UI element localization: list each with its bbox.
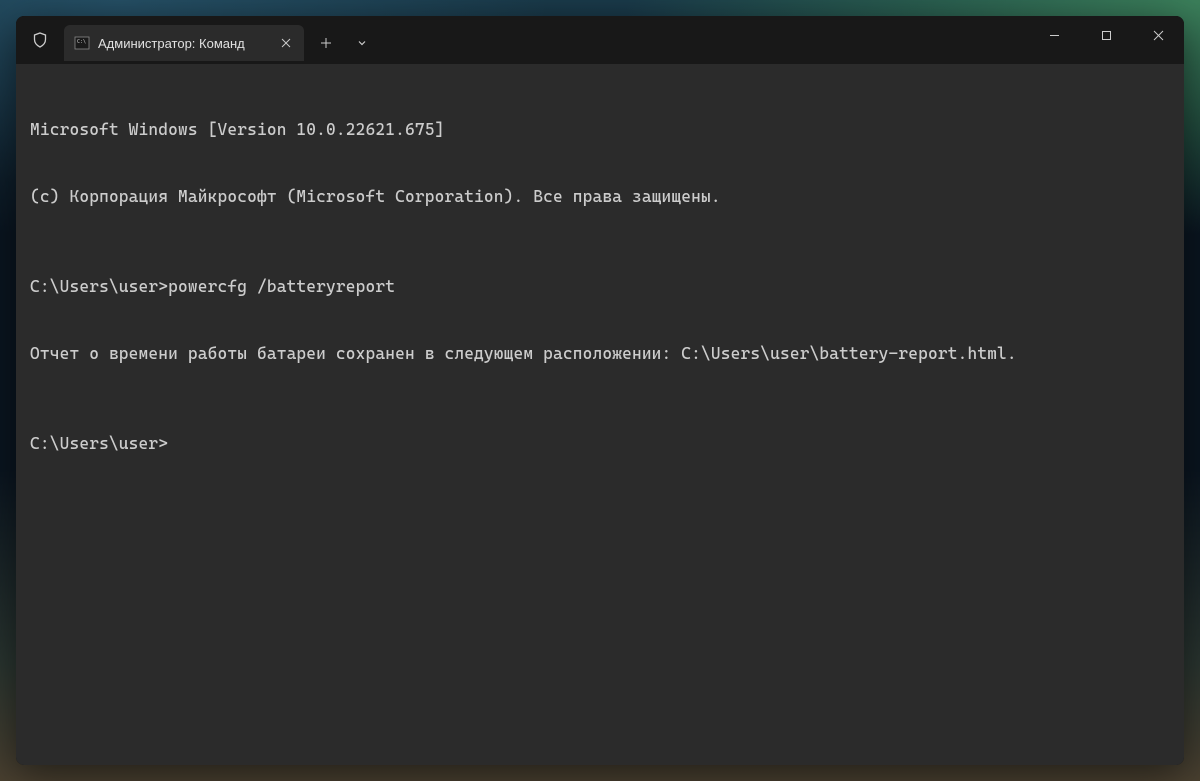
new-tab-button[interactable] — [308, 25, 344, 61]
command-line-2: C:\Users\user> — [30, 433, 1170, 455]
maximize-button[interactable] — [1080, 16, 1132, 54]
prompt: C:\Users\user> — [30, 276, 168, 298]
terminal-window: C:\ Администратор: Команд — [16, 16, 1184, 765]
tab-dropdown-button[interactable] — [344, 25, 380, 61]
prompt: C:\Users\user> — [30, 433, 168, 455]
shield-icon — [16, 16, 64, 64]
version-line: Microsoft Windows [Version 10.0.22621.67… — [30, 119, 1170, 141]
terminal-tab[interactable]: C:\ Администратор: Команд — [64, 25, 304, 61]
command-text: powercfg /batteryreport — [168, 276, 395, 298]
minimize-button[interactable] — [1028, 16, 1080, 54]
tab-title: Администратор: Команд — [98, 36, 268, 51]
copyright-line: (c) Корпорация Майкрософт (Microsoft Cor… — [30, 186, 1170, 208]
close-button[interactable] — [1132, 16, 1184, 54]
output-line: Отчет о времени работы батареи сохранен … — [30, 343, 1170, 365]
cmd-icon: C:\ — [74, 35, 90, 51]
titlebar-left: C:\ Администратор: Команд — [16, 16, 380, 64]
terminal-content[interactable]: Microsoft Windows [Version 10.0.22621.67… — [16, 64, 1184, 765]
window-controls — [1028, 16, 1184, 64]
tab-close-button[interactable] — [276, 33, 296, 53]
command-line-1: C:\Users\user>powercfg /batteryreport — [30, 276, 1170, 298]
svg-text:C:\: C:\ — [77, 39, 86, 45]
window-titlebar[interactable]: C:\ Администратор: Команд — [16, 16, 1184, 64]
